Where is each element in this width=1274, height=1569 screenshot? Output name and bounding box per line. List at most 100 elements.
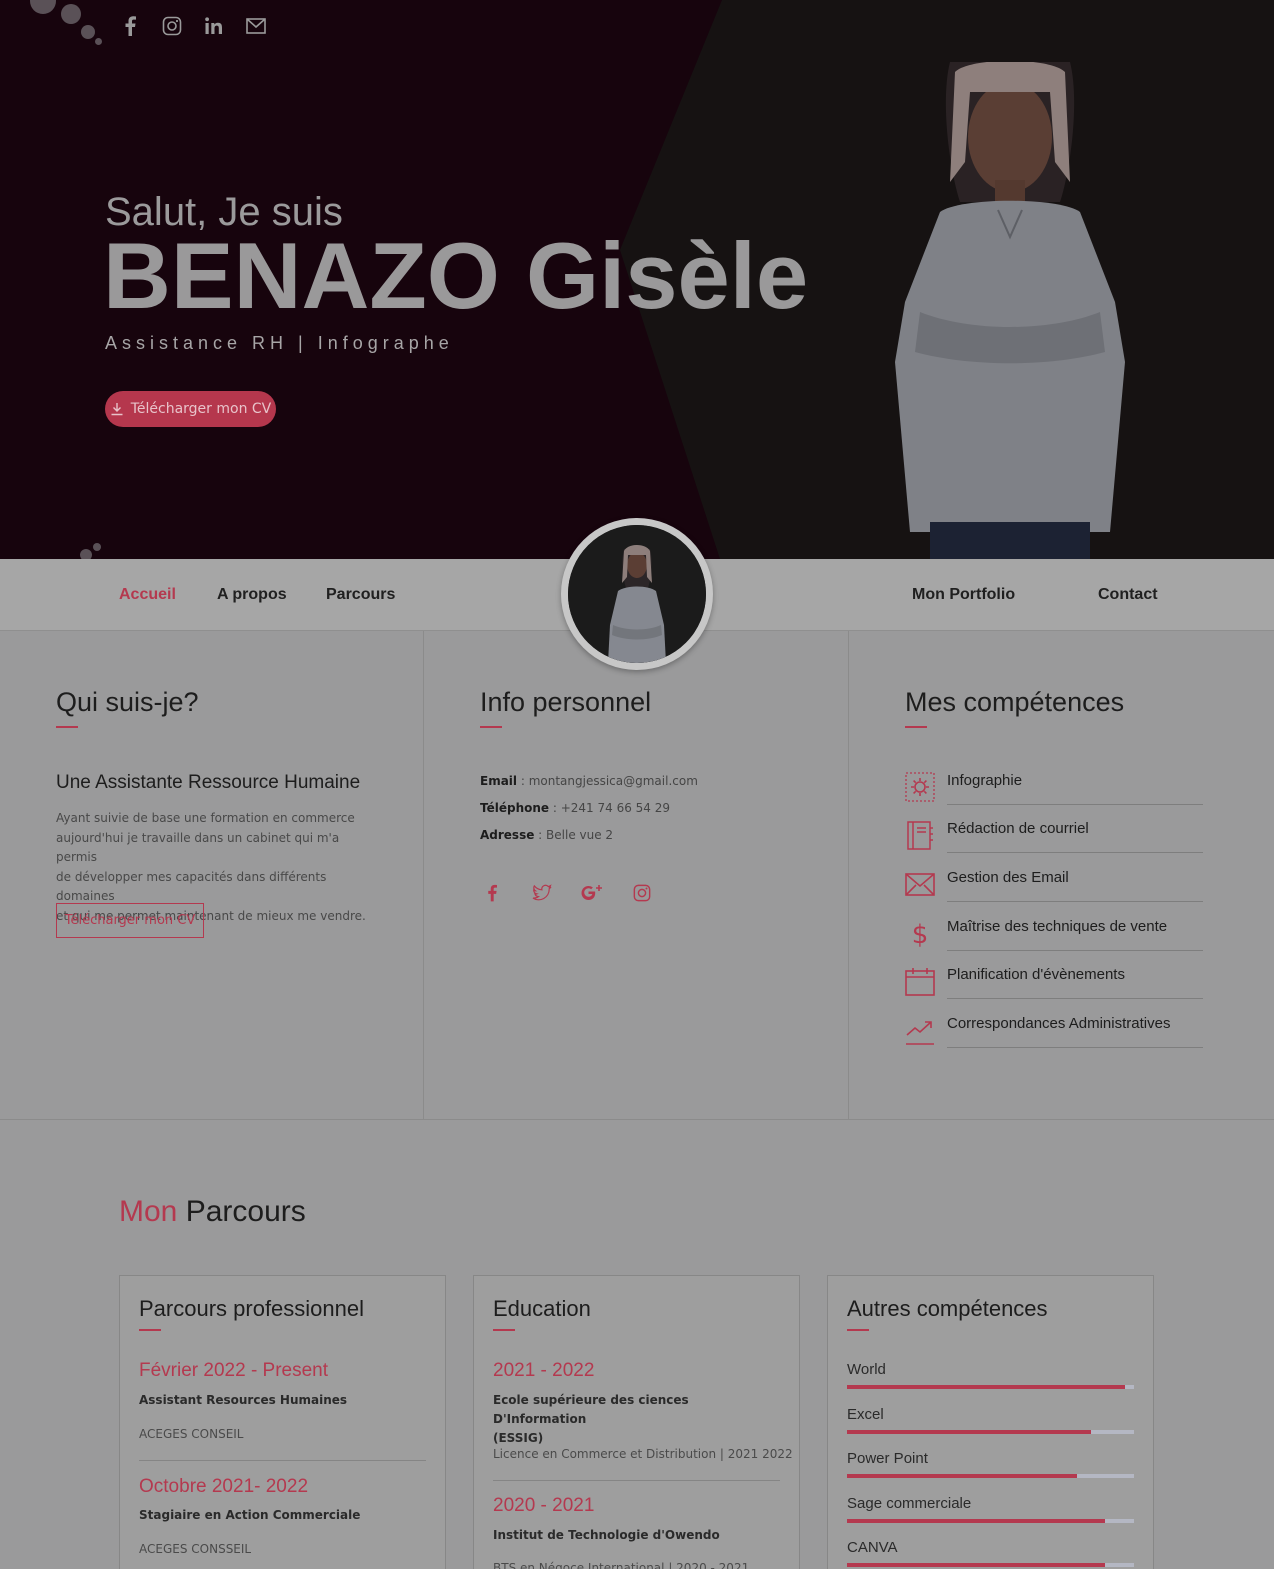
skill-bar-track <box>847 1385 1134 1389</box>
heading-underline <box>139 1329 161 1331</box>
personal-info-column: Info personnel Email : montangjessica@gm… <box>424 631 849 1120</box>
skill-bar-track <box>847 1518 1134 1523</box>
svg-text:$: $ <box>912 920 929 948</box>
envelope-icon <box>905 873 935 896</box>
address-label: Adresse <box>480 828 535 842</box>
entry-title: Ecole supérieure des ciences D'Informati… <box>493 1391 763 1448</box>
facebook-icon[interactable] <box>118 14 142 38</box>
address-info: Adresse : Belle vue 2 <box>480 828 614 842</box>
hero-section: Salut, Je suis BENAZO Gisèle Assistance … <box>0 0 1274 559</box>
skill-bar-fill <box>847 1563 1106 1567</box>
entry-title: Institut de Technologie d'Owendo <box>493 1526 763 1545</box>
about-line: Ayant suivie de base une formation en co… <box>56 811 355 825</box>
about-download-cv-button[interactable]: Télécharger mon CV <box>56 903 204 938</box>
hero-role: Assistance RH | Infographe <box>105 333 454 353</box>
entry-title: Stagiaire en Action Commerciale <box>139 1508 361 1522</box>
gear-icon <box>905 772 935 802</box>
entry-date: 2020 - 2021 <box>493 1495 595 1516</box>
entry-detail: BTS en Négoce International | 2020 - 202… <box>493 1561 750 1569</box>
decor-dot <box>93 543 101 551</box>
other-skills-card: Autres compétences World Excel Power Point… <box>827 1275 1154 1569</box>
entry-date: Février 2022 - Present <box>139 1360 329 1381</box>
entry-org: ACEGES CONSSEIL <box>139 1542 252 1556</box>
nav-contact[interactable]: Contact <box>1098 586 1158 604</box>
skill-bar-label: World <box>847 1361 886 1378</box>
decor-dot <box>95 38 102 45</box>
download-icon <box>111 403 123 416</box>
skill-item: Planification d'évènements <box>905 966 1203 1006</box>
about-subtitle: Une Assistante Ressource Humaine <box>56 772 361 793</box>
skill-bar-fill <box>847 1518 1106 1523</box>
skills-heading: Mes compétences <box>905 687 1125 717</box>
email-info: Email : montangjessica@gmail.com <box>480 774 698 788</box>
education-heading: Education <box>493 1296 591 1321</box>
skill-divider <box>947 852 1203 853</box>
about-column: Qui suis-je? Une Assistante Ressource Hu… <box>0 631 424 1120</box>
skill-bar-label: Power Point <box>847 1450 928 1467</box>
heading-underline <box>480 726 502 728</box>
notebook-icon <box>907 821 933 850</box>
skill-bar-fill <box>847 1385 1126 1389</box>
nav-accueil[interactable]: Accueil <box>119 586 176 604</box>
decor-dot <box>80 549 92 559</box>
nav-a-propos[interactable]: A propos <box>217 586 287 604</box>
google-plus-icon[interactable] <box>580 881 604 905</box>
skill-bar-label: Excel <box>847 1405 884 1423</box>
instagram-icon[interactable] <box>630 881 654 905</box>
skill-divider <box>947 1047 1203 1048</box>
nav-parcours[interactable]: Parcours <box>326 586 395 604</box>
decor-dot <box>61 4 81 24</box>
entry-detail: Licence en Commerce et Distribution | 20… <box>493 1447 793 1461</box>
professional-heading: Parcours professionnel <box>139 1296 365 1321</box>
phone-label: Téléphone <box>480 801 550 815</box>
avatar-photo <box>568 525 706 663</box>
professional-card: Parcours professionnel Février 2022 - Pr… <box>119 1275 446 1569</box>
skill-bar-track <box>847 1563 1134 1567</box>
heading-underline <box>493 1329 515 1331</box>
skill-item: Rédaction de courriel <box>905 820 1203 860</box>
mail-icon[interactable] <box>244 14 268 38</box>
about-line: de développer mes capacités dans différe… <box>56 869 327 904</box>
skill-bar-label: Sage commerciale <box>847 1494 972 1512</box>
heading-underline <box>56 726 78 728</box>
other-skills-heading: Autres compétences <box>847 1296 1048 1321</box>
entry-title-line: Institut de Technologie d'Owendo <box>493 1528 720 1542</box>
twitter-icon[interactable] <box>530 881 554 905</box>
education-card: Education 2021 - 2022 Ecole supérieure d… <box>473 1275 800 1569</box>
skill-item: Infographie <box>905 772 1203 812</box>
dollar-icon: $ <box>912 920 929 948</box>
linkedin-icon[interactable] <box>202 14 226 38</box>
about-heading: Qui suis-je? <box>56 687 199 717</box>
skill-item: Gestion des Email <box>905 869 1203 909</box>
nav-portfolio[interactable]: Mon Portfolio <box>912 586 1015 604</box>
hero-social-links <box>118 14 268 38</box>
entry-date: Octobre 2021- 2022 <box>139 1476 309 1497</box>
skill-label: Rédaction de courriel <box>947 820 1089 837</box>
entry-title-line: Ecole supérieure des ciences D'Informati… <box>493 1393 689 1426</box>
download-cv-button[interactable]: Télécharger mon CV <box>105 391 276 427</box>
parcours-title-rest: Parcours <box>185 1195 306 1228</box>
download-cv-label: Télécharger mon CV <box>130 401 272 417</box>
skill-label: Planification d'évènements <box>947 966 1125 983</box>
skill-bar-track <box>847 1474 1134 1478</box>
instagram-icon[interactable] <box>160 14 184 38</box>
personal-heading: Info personnel <box>480 687 652 717</box>
decor-dot <box>81 25 95 39</box>
avatar <box>561 518 713 670</box>
email-value[interactable]: montangjessica@gmail.com <box>529 774 698 788</box>
intro-columns: Qui suis-je? Une Assistante Ressource Hu… <box>0 631 1274 1120</box>
about-line: aujourd'hui je travaille dans un cabinet… <box>56 830 340 865</box>
skill-bar-label: CANVA <box>847 1539 898 1556</box>
heading-underline <box>905 726 927 728</box>
skill-divider <box>947 804 1203 805</box>
skill-label: Infographie <box>947 772 1023 789</box>
entry-divider <box>139 1460 426 1461</box>
skill-item: $ Maîtrise des techniques de vente <box>905 918 1203 958</box>
parcours-title-accent: Mon <box>119 1195 178 1228</box>
address-value: Belle vue 2 <box>546 828 614 842</box>
skill-label: Maîtrise des techniques de vente <box>947 918 1168 935</box>
facebook-icon[interactable] <box>480 881 504 905</box>
skill-divider <box>947 998 1203 999</box>
hero-name: BENAZO Gisèle <box>103 223 809 328</box>
phone-info: Téléphone : +241 74 66 54 29 <box>480 801 671 815</box>
